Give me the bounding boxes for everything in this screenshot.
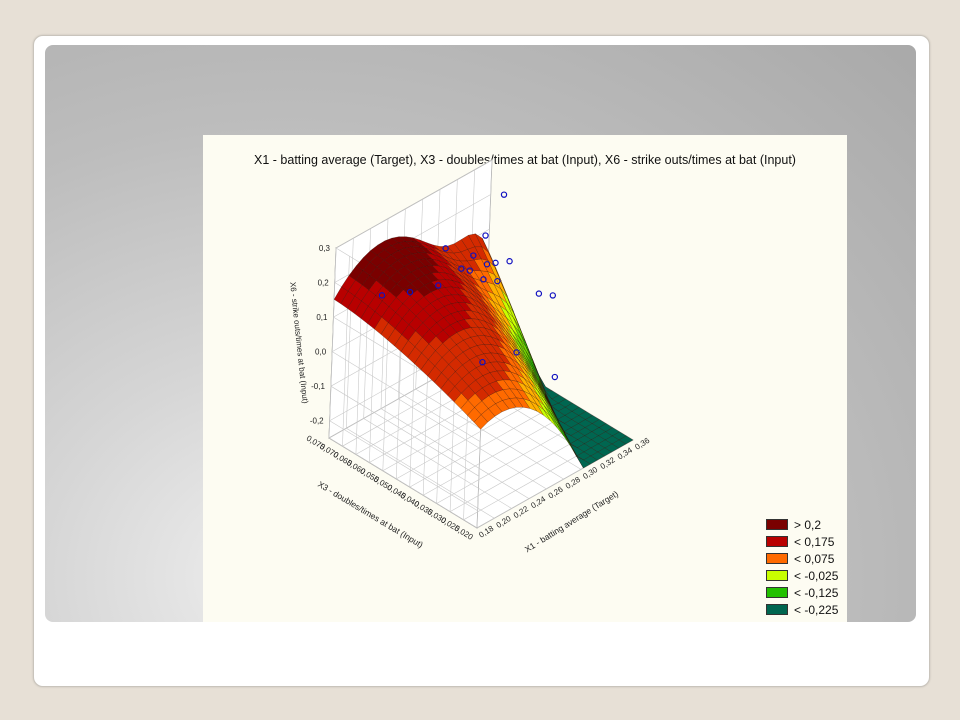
z-axis-title: X6 - strike outs/times at bat (Input): [288, 281, 310, 404]
legend-label: < 0,075: [794, 551, 835, 566]
y-axis-title: X3 - doubles/times at bat (Input): [316, 479, 425, 550]
chart-legend: > 0,2 < 0,175 < 0,075 < -0,025 < -0,125 < -0,…: [766, 516, 838, 618]
z-tick-label: 0,0: [315, 348, 327, 357]
legend-swatch: [766, 536, 788, 547]
legend-label: < -0,225: [794, 602, 839, 617]
z-tick-label: 0,2: [318, 279, 330, 288]
z-tick-label: 0,3: [319, 244, 331, 253]
x-tick-label: 0,36: [633, 436, 651, 452]
data-point: [506, 258, 513, 265]
legend-item: < 0,175: [766, 533, 838, 550]
legend-label: > 0,2: [794, 517, 822, 532]
legend-label: < -0,125: [794, 585, 839, 600]
legend-label: < 0,175: [794, 534, 835, 549]
legend-item: < -0,125: [766, 584, 838, 601]
legend-swatch: [766, 519, 788, 530]
legend-swatch: [766, 604, 788, 615]
data-point: [500, 191, 508, 198]
data-point: [535, 290, 543, 297]
z-tick-label: -0,1: [311, 382, 325, 391]
z-tick-label: -0,2: [310, 417, 324, 426]
legend-swatch: [766, 553, 788, 564]
z-tick-label: 0,1: [316, 313, 328, 322]
legend-item: < -0,025: [766, 567, 838, 584]
data-point: [551, 373, 559, 381]
surface-chart: X1 - batting average (Target), X3 - doub…: [203, 135, 847, 622]
legend-swatch: [766, 587, 788, 598]
legend-item: < -0,225: [766, 601, 838, 618]
legend-item: < 0,075: [766, 550, 838, 567]
legend-label: < -0,025: [794, 568, 839, 583]
surface-plot: 0,180,200,220,240,260,280,300,320,340,36…: [288, 159, 652, 554]
legend-swatch: [766, 570, 788, 581]
data-point: [549, 292, 557, 299]
legend-item: > 0,2: [766, 516, 838, 533]
